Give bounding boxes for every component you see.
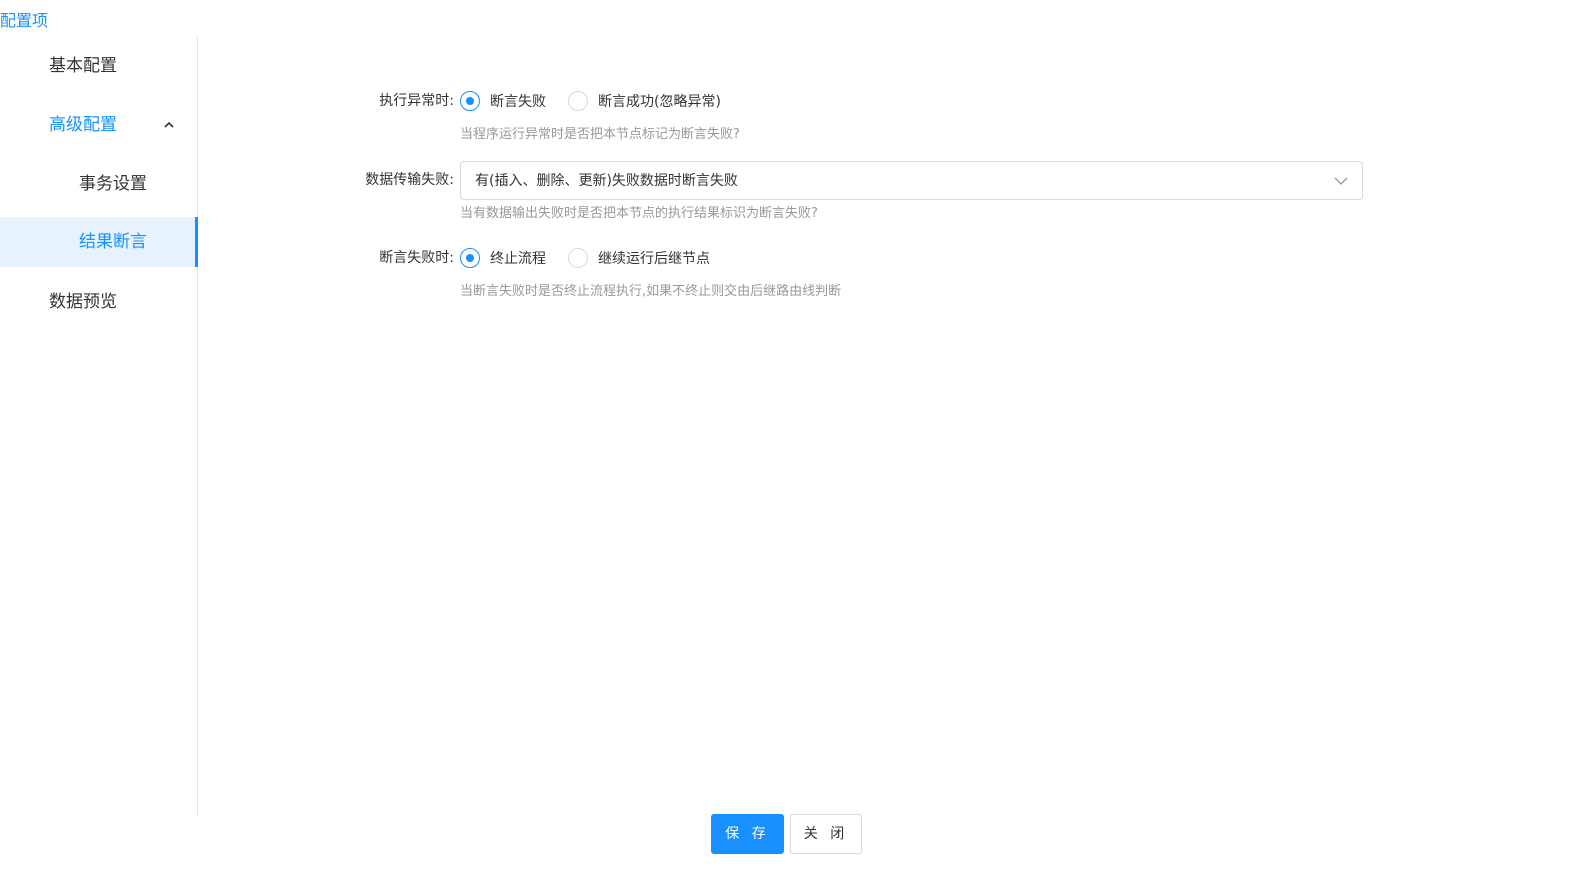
exception-label: 执行异常时: — [379, 93, 454, 109]
transfer-failure-help-text: 当有数据输出失败时是否把本节点的执行结果标识为断言失败? — [460, 206, 818, 221]
sidebar-item-label: 数据预览 — [49, 292, 117, 312]
radio-assert-success[interactable]: 断言成功(忽略异常) — [568, 90, 721, 112]
sidebar-item-data-preview[interactable]: 数据预览 — [0, 277, 198, 327]
exception-help-text: 当程序运行异常时是否把本节点标记为断言失败? — [460, 127, 740, 142]
sidebar-item-basic-config[interactable]: 基本配置 — [0, 41, 198, 91]
assert-failure-label: 断言失败时: — [379, 250, 454, 266]
radio-assert-fail[interactable]: 断言失败 — [460, 90, 546, 112]
radio-checked-icon — [460, 91, 480, 111]
config-page: 配置项 基本配置 高级配置 事务设置 结果断言 数据预览 执行异常时: 断言失败 — [0, 0, 1595, 877]
radio-unchecked-icon — [568, 248, 588, 268]
sidebar-item-label: 高级配置 — [49, 115, 117, 135]
sidebar-menu: 基本配置 高级配置 事务设置 结果断言 数据预览 — [0, 36, 198, 816]
radio-label: 继续运行后继节点 — [598, 251, 710, 267]
radio-label: 断言成功(忽略异常) — [598, 94, 721, 110]
radio-continue-next[interactable]: 继续运行后继节点 — [568, 247, 710, 269]
sidebar-item-result-assertion[interactable]: 结果断言 — [0, 217, 198, 267]
transfer-failure-select[interactable]: 有(插入、删除、更新)失败数据时断言失败 — [460, 161, 1363, 200]
sidebar-item-label: 基本配置 — [49, 56, 117, 76]
save-button[interactable]: 保 存 — [711, 814, 784, 854]
radio-stop-flow[interactable]: 终止流程 — [460, 247, 546, 269]
radio-label: 终止流程 — [490, 251, 546, 267]
select-value: 有(插入、删除、更新)失败数据时断言失败 — [475, 173, 738, 189]
sidebar-item-label: 结果断言 — [79, 232, 147, 252]
radio-unchecked-icon — [568, 91, 588, 111]
chevron-up-icon — [164, 121, 174, 128]
transfer-failure-label: 数据传输失败: — [365, 172, 454, 188]
chevron-down-icon — [1334, 177, 1348, 185]
close-button[interactable]: 关 闭 — [790, 814, 862, 854]
radio-label: 断言失败 — [490, 94, 546, 110]
radio-checked-icon — [460, 248, 480, 268]
sidebar-item-transaction-settings[interactable]: 事务设置 — [0, 159, 198, 209]
sidebar-item-advanced-config[interactable]: 高级配置 — [0, 100, 198, 150]
sidebar-title: 配置项 — [0, 11, 49, 30]
sidebar-item-label: 事务设置 — [79, 174, 147, 194]
assert-failure-help-text: 当断言失败时是否终止流程执行,如果不终止则交由后继路由线判断 — [460, 284, 842, 299]
